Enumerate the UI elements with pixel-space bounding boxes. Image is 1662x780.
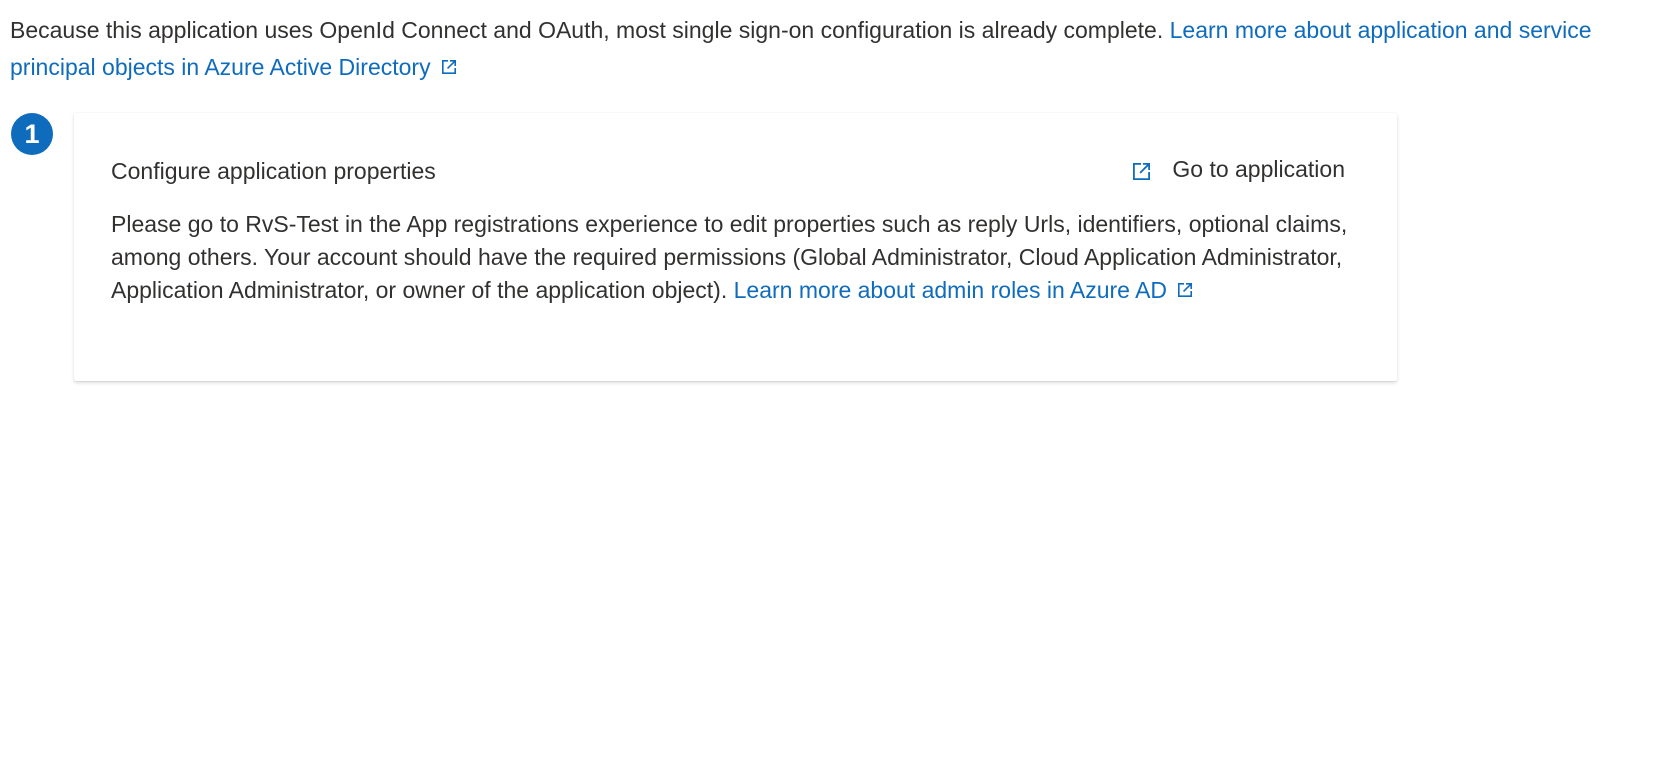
step-number-badge: 1 bbox=[11, 113, 53, 155]
open-in-new-icon bbox=[1133, 163, 1151, 180]
intro-paragraph: Because this application uses OpenId Con… bbox=[10, 12, 1650, 86]
learn-more-admin-roles-link[interactable]: Learn more about admin roles in Azure AD bbox=[734, 277, 1195, 303]
card-title: Configure application properties bbox=[111, 158, 436, 184]
configure-properties-card: Configure application properties Go to a… bbox=[74, 113, 1397, 381]
go-to-application-label: Go to application bbox=[1172, 156, 1345, 182]
learn-more-admin-roles-label: Learn more about admin roles in Azure AD bbox=[733, 277, 1168, 303]
external-link-icon bbox=[1178, 283, 1193, 297]
external-link-icon bbox=[441, 60, 456, 74]
intro-text: Because this application uses OpenId Con… bbox=[10, 17, 1170, 43]
go-to-application-button[interactable]: Go to application bbox=[1130, 153, 1345, 185]
card-description: Please go to RvS-Test in the App registr… bbox=[111, 208, 1361, 307]
